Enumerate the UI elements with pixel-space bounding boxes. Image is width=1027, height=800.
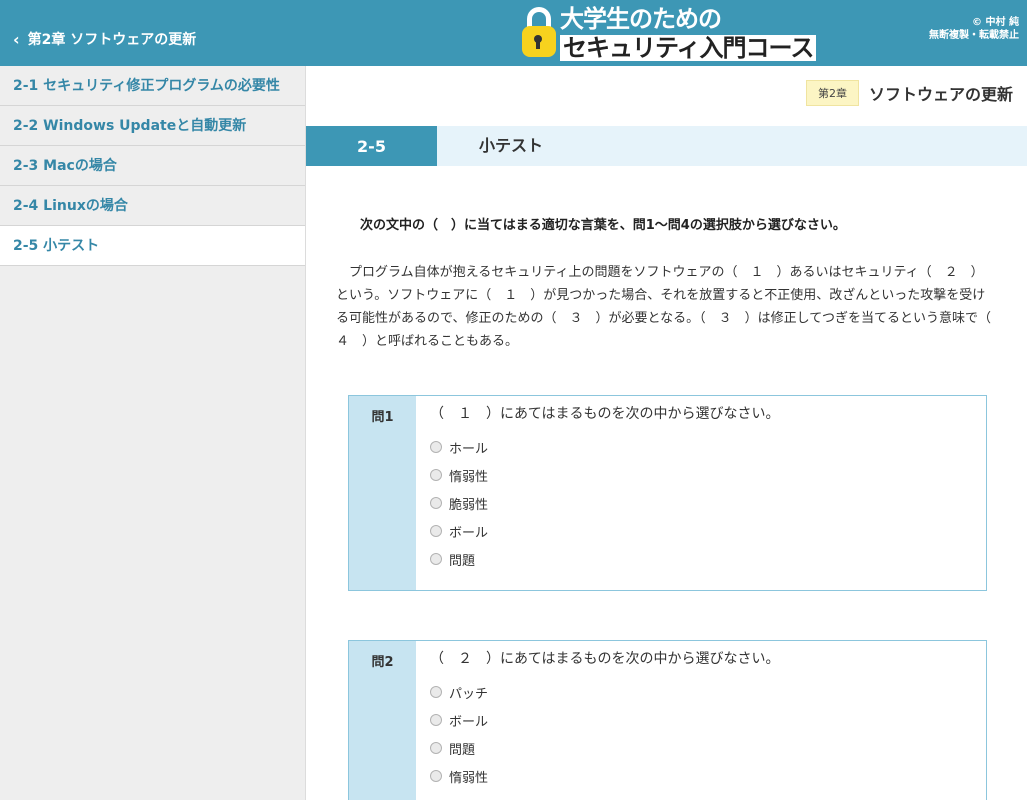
back-to-chapter-link[interactable]: ‹ 第2章 ソフトウェアの更新 — [0, 0, 306, 66]
radio-button[interactable] — [430, 686, 442, 698]
option-label: 問題 — [449, 553, 476, 569]
option-label: 問題 — [449, 742, 476, 758]
option-label: 惰弱性 — [449, 469, 489, 485]
course-logo: 大学生のための セキュリティ入門コース — [522, 4, 817, 62]
answer-option[interactable]: ボール — [430, 517, 972, 545]
option-label: ボール — [449, 714, 489, 730]
copyright-author: © 中村 純 — [972, 17, 1019, 28]
quiz-passage: プログラム自体が抱えるセキュリティ上の問題をソフトウェアの（ １ ）あるいはセキ… — [336, 265, 1004, 349]
answer-option[interactable]: ボール — [430, 706, 972, 734]
header-bar: ‹ 第2章 ソフトウェアの更新 大学生のための セキュリティ入門コース © 中村… — [0, 0, 1027, 66]
radio-button[interactable] — [430, 714, 442, 726]
sidebar-item-2-3[interactable]: 2-3 Macの場合 — [0, 146, 305, 186]
section-number: 2-5 — [306, 126, 437, 166]
main-content: 第2章 ソフトウェアの更新 2-5 小テスト 次の文中の（ ）に当てはまる適切な… — [306, 66, 1027, 800]
chevron-left-icon: ‹ — [13, 29, 20, 49]
sidebar-item-2-4[interactable]: 2-4 Linuxの場合 — [0, 186, 305, 226]
padlock-icon — [522, 7, 556, 59]
back-link-label: 第2章 ソフトウェアの更新 — [27, 32, 197, 48]
radio-button[interactable] — [430, 742, 442, 754]
section-header: 2-5 小テスト — [306, 126, 1027, 166]
answer-option[interactable]: パッチ — [430, 678, 972, 706]
radio-button[interactable] — [430, 553, 442, 565]
sidebar-item-2-5[interactable]: 2-5 小テスト — [0, 226, 305, 266]
chapter-title: ソフトウェアの更新 — [868, 85, 1013, 104]
question-label: 問2 — [349, 641, 416, 800]
chapter-badge: 第2章 — [805, 80, 859, 106]
question-text: （ ２ ）にあてはまるものを次の中から選びなさい。 — [430, 651, 780, 667]
answer-option[interactable]: 脆弱性 — [430, 489, 972, 517]
question-1: 問1 （ １ ）にあてはまるものを次の中から選びなさい。 ホール 惰弱性 脆弱性… — [348, 395, 987, 591]
radio-button[interactable] — [430, 497, 442, 509]
option-label: 脆弱性 — [449, 497, 489, 513]
radio-button[interactable] — [430, 469, 442, 481]
chapter-heading: 第2章 ソフトウェアの更新 — [805, 80, 1013, 106]
sidebar-item-2-1[interactable]: 2-1 セキュリティ修正プログラムの必要性 — [0, 66, 305, 106]
radio-button[interactable] — [430, 441, 442, 453]
logo-line-2: セキュリティ入門コース — [560, 34, 817, 61]
option-label: 惰弱性 — [449, 770, 489, 786]
section-title: 小テスト — [479, 136, 544, 155]
logo-line-1: 大学生のための — [560, 4, 722, 33]
question-label: 問1 — [349, 396, 416, 590]
answer-option[interactable]: 問題 — [430, 545, 972, 573]
option-label: ボール — [449, 525, 489, 541]
copyright-note: 無断複製・転載禁止 — [929, 30, 1019, 41]
question-text: （ １ ）にあてはまるものを次の中から選びなさい。 — [430, 406, 780, 422]
copyright-notice: © 中村 純 無断複製・転載禁止 — [929, 16, 1019, 42]
answer-option[interactable]: 惰弱性 — [430, 461, 972, 489]
answer-option[interactable]: 惰弱性 — [430, 762, 972, 790]
option-label: ホール — [449, 441, 489, 457]
radio-button[interactable] — [430, 770, 442, 782]
sidebar-nav: 2-1 セキュリティ修正プログラムの必要性 2-2 Windows Update… — [0, 66, 306, 800]
answer-option[interactable]: ホール — [430, 433, 972, 461]
sidebar-item-2-2[interactable]: 2-2 Windows Updateと自動更新 — [0, 106, 305, 146]
answer-option[interactable]: 問題 — [430, 734, 972, 762]
radio-button[interactable] — [430, 525, 442, 537]
option-label: パッチ — [449, 686, 489, 702]
quiz-instruction: 次の文中の（ ）に当てはまる適切な言葉を、問1〜問4の選択肢から選びなさい。 — [360, 218, 846, 233]
question-2: 問2 （ ２ ）にあてはまるものを次の中から選びなさい。 パッチ ボール 問題 … — [348, 640, 987, 800]
